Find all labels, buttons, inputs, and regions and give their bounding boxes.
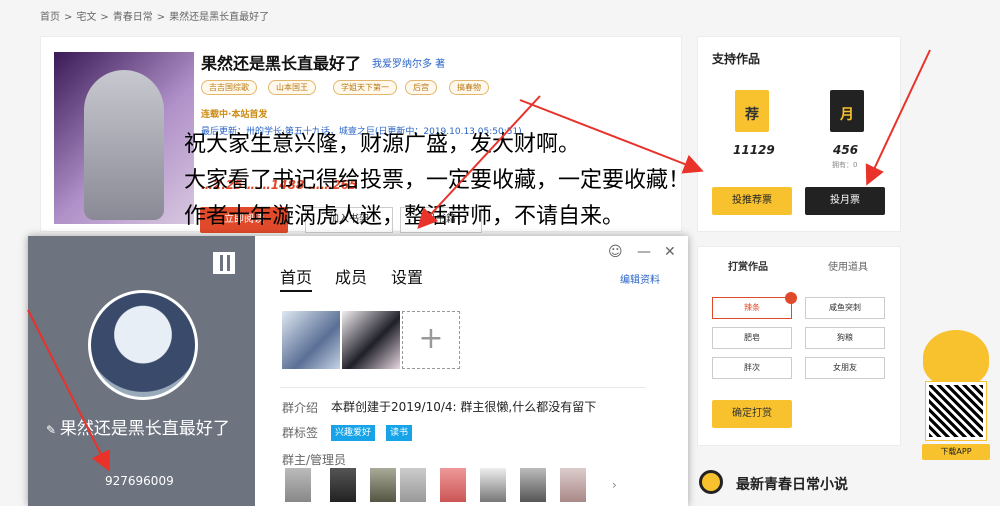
breadcrumb-zhaiwen[interactable]: 宅文 bbox=[76, 12, 96, 23]
gift-option[interactable]: 辣条 bbox=[712, 297, 792, 319]
qr-code-icon[interactable] bbox=[213, 252, 235, 274]
book-title: 果然还是黑长直最好了 bbox=[201, 54, 362, 73]
app-qr-code bbox=[925, 381, 987, 441]
breadcrumb-sep: > bbox=[100, 12, 109, 23]
admin-avatar[interactable] bbox=[330, 468, 356, 502]
breadcrumb-sep: > bbox=[64, 12, 73, 23]
admin-avatar[interactable] bbox=[400, 468, 426, 502]
breadcrumb-home[interactable]: 首页 bbox=[40, 12, 60, 23]
admin-label: 群主/管理员 bbox=[282, 453, 347, 467]
book-tag[interactable]: 学姐天下第一 bbox=[333, 80, 397, 95]
breadcrumb-current: 果然还是黑长直最好了 bbox=[169, 12, 270, 23]
download-app-button[interactable]: 下载APP bbox=[922, 444, 990, 460]
admin-avatar[interactable] bbox=[560, 468, 586, 502]
admin-avatar[interactable] bbox=[370, 468, 396, 502]
vote-monthly-button[interactable]: 投月票 bbox=[805, 187, 885, 215]
gift-option[interactable]: 狗粮 bbox=[805, 327, 885, 349]
group-photo[interactable] bbox=[282, 311, 340, 369]
recommend-ticket-symbol: 荐 bbox=[745, 107, 759, 123]
face-icon[interactable]: ☺ bbox=[608, 244, 623, 260]
monthly-ticket-symbol: 月 bbox=[840, 107, 854, 123]
intro-label: 群介绍 bbox=[282, 401, 319, 415]
edit-profile-link[interactable]: 编辑资料 bbox=[620, 271, 660, 286]
gift-option[interactable]: 女朋友 bbox=[805, 357, 885, 379]
add-photo-button[interactable]: + bbox=[402, 311, 460, 369]
selected-check-icon bbox=[785, 292, 797, 304]
tab-home[interactable]: 首页 bbox=[280, 264, 313, 292]
monthly-count: 456 bbox=[833, 143, 859, 157]
chevron-right-icon[interactable]: › bbox=[612, 478, 617, 492]
breadcrumb-category[interactable]: 青春日常 bbox=[113, 12, 153, 23]
minimize-button[interactable]: — bbox=[637, 244, 651, 260]
recommend-count: 11129 bbox=[733, 143, 775, 157]
clock-icon bbox=[699, 470, 723, 494]
overlay-text-line: 作者十年漩涡虎人迷，整活带师，不请自来。 bbox=[184, 204, 625, 229]
admin-avatar[interactable] bbox=[440, 468, 466, 502]
mascot-cat-icon bbox=[923, 330, 989, 386]
gift-option[interactable]: 咸鱼突刺 bbox=[805, 297, 885, 319]
book-tag[interactable]: 搞春物 bbox=[449, 80, 489, 95]
book-tag[interactable]: 后宫 bbox=[405, 80, 437, 95]
group-intro: 本群创建于2019/10/4: 群主很懒,什么都没有留下 bbox=[331, 400, 597, 414]
divider bbox=[280, 387, 646, 388]
admin-avatar[interactable] bbox=[520, 468, 546, 502]
gift-option[interactable]: 胖次 bbox=[712, 357, 792, 379]
confirm-reward-button[interactable]: 确定打赏 bbox=[712, 400, 792, 428]
group-tag[interactable]: 读书 bbox=[386, 425, 413, 441]
tab-props[interactable]: 使用道具 bbox=[828, 258, 868, 273]
recommend-ticket-icon: 荐 bbox=[735, 90, 769, 132]
tab-settings[interactable]: 设置 bbox=[391, 264, 423, 288]
book-tag[interactable]: 吉吉国综歌 bbox=[201, 80, 257, 95]
tab-reward[interactable]: 打赏作品 bbox=[728, 258, 768, 273]
latest-novels-title: 最新青春日常小说 bbox=[736, 477, 848, 493]
group-name[interactable]: ✎ 果然还是黑长直最好了 bbox=[46, 416, 246, 443]
breadcrumb-sep: > bbox=[156, 12, 166, 23]
support-title: 支持作品 bbox=[712, 52, 761, 66]
gift-option[interactable]: 肥皂 bbox=[712, 327, 792, 349]
overlay-text-line: 祝大家生意兴隆，财源广盛，发大财啊。 bbox=[184, 132, 581, 157]
group-tag[interactable]: 兴趣爱好 bbox=[331, 425, 376, 441]
tag-label: 群标签 bbox=[282, 426, 319, 440]
admin-avatar[interactable] bbox=[480, 468, 506, 502]
monthly-ticket-icon: 月 bbox=[830, 90, 864, 132]
group-photo[interactable] bbox=[342, 311, 400, 369]
vote-recommend-button[interactable]: 投推荐票 bbox=[712, 187, 792, 215]
close-button[interactable]: ✕ bbox=[664, 244, 676, 260]
overlay-text-line: 大家看了书记得给投票，一定要收藏，一定要收藏！ bbox=[184, 168, 691, 193]
group-name-text: 果然还是黑长直最好了 bbox=[59, 419, 230, 439]
tab-members[interactable]: 成员 bbox=[335, 264, 367, 288]
book-status: 连载中·本站首发 bbox=[201, 110, 268, 120]
book-author[interactable]: 我爱罗纳尔多 著 bbox=[372, 55, 445, 70]
book-tag[interactable]: 山本国王 bbox=[268, 80, 316, 95]
edit-pencil-icon: ✎ bbox=[46, 423, 60, 437]
monthly-owned: 拥有：0 bbox=[832, 161, 858, 169]
breadcrumb: 首页 > 宅文 > 青春日常 > 果然还是黑长直最好了 bbox=[40, 8, 273, 23]
group-id: 927696009 bbox=[105, 474, 174, 488]
admin-avatar[interactable] bbox=[285, 468, 311, 502]
cover-figure bbox=[84, 70, 164, 220]
book-cover[interactable] bbox=[54, 52, 194, 224]
group-avatar[interactable] bbox=[88, 290, 198, 400]
